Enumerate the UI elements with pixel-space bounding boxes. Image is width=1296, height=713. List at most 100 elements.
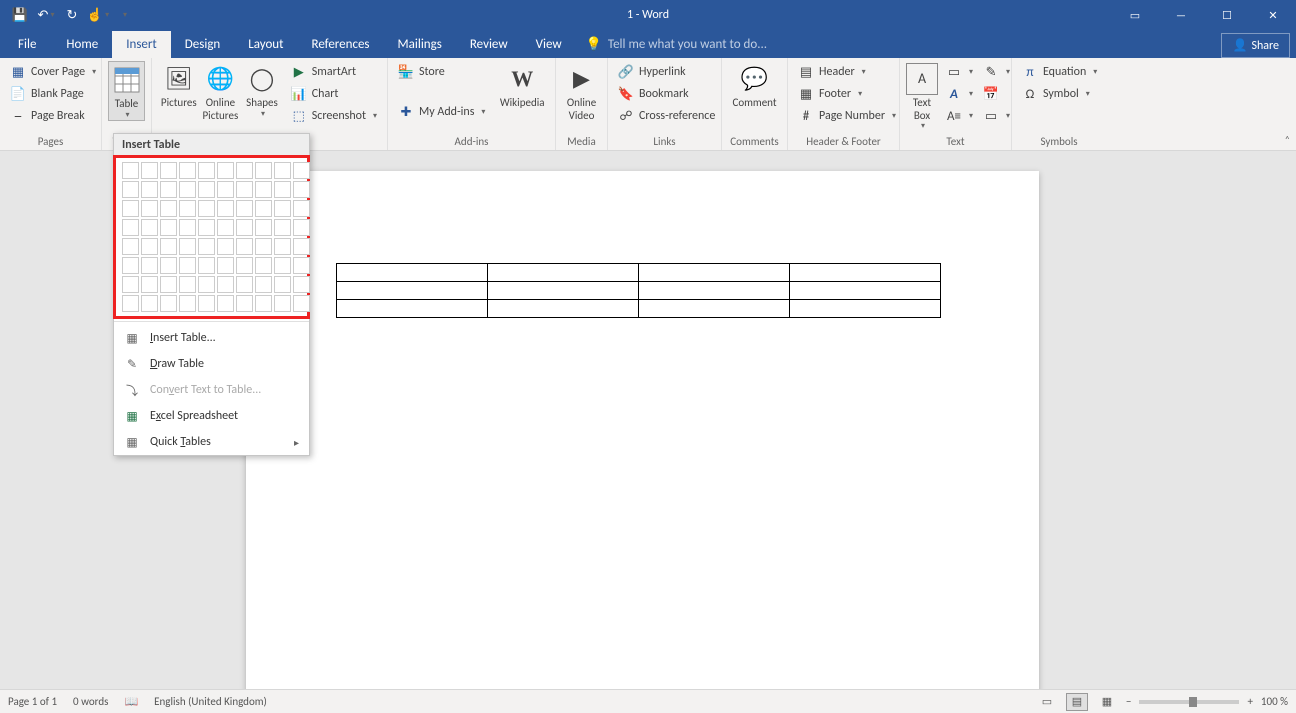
bookmark-button[interactable]: 🔖Bookmark bbox=[614, 83, 719, 105]
store-button[interactable]: 🏪Store bbox=[394, 61, 489, 83]
grid-cell[interactable] bbox=[274, 276, 291, 293]
grid-cell[interactable] bbox=[141, 257, 158, 274]
grid-cell[interactable] bbox=[141, 181, 158, 198]
grid-cell[interactable] bbox=[179, 200, 196, 217]
grid-cell[interactable] bbox=[217, 200, 234, 217]
grid-cell[interactable] bbox=[198, 257, 215, 274]
share-button[interactable]: 👤 Share bbox=[1221, 33, 1290, 58]
grid-cell[interactable] bbox=[274, 162, 291, 179]
grid-cell[interactable] bbox=[255, 257, 272, 274]
grid-cell[interactable] bbox=[179, 181, 196, 198]
grid-cell[interactable] bbox=[122, 276, 139, 293]
cover-page-button[interactable]: ▦Cover Page▾ bbox=[6, 61, 100, 83]
grid-cell[interactable] bbox=[179, 295, 196, 312]
page-number-button[interactable]: #Page Number▾ bbox=[794, 105, 900, 127]
grid-cell[interactable] bbox=[122, 181, 139, 198]
excel-spreadsheet-item[interactable]: ▦Excel Spreadsheet bbox=[114, 403, 309, 429]
zoom-in-button[interactable]: + bbox=[1247, 695, 1252, 708]
grid-cell[interactable] bbox=[122, 257, 139, 274]
grid-cell[interactable] bbox=[179, 257, 196, 274]
status-page[interactable]: Page 1 of 1 bbox=[8, 695, 57, 708]
grid-cell[interactable] bbox=[217, 181, 234, 198]
grid-cell[interactable] bbox=[255, 276, 272, 293]
comment-button[interactable]: 💬Comment bbox=[728, 61, 781, 110]
table-row[interactable] bbox=[337, 300, 941, 318]
grid-cell[interactable] bbox=[179, 219, 196, 236]
insert-table-item[interactable]: ▦Insert Table... bbox=[114, 325, 309, 351]
zoom-level[interactable]: 100 % bbox=[1261, 695, 1288, 708]
table-button[interactable]: Table ▾ bbox=[108, 61, 145, 121]
grid-cell[interactable] bbox=[198, 200, 215, 217]
tab-references[interactable]: References bbox=[298, 31, 384, 58]
zoom-slider[interactable] bbox=[1139, 700, 1239, 704]
grid-cell[interactable] bbox=[274, 257, 291, 274]
hyperlink-button[interactable]: 🔗Hyperlink bbox=[614, 61, 719, 83]
grid-cell[interactable] bbox=[236, 276, 253, 293]
grid-cell[interactable] bbox=[255, 162, 272, 179]
print-layout-button[interactable]: ▤ bbox=[1066, 693, 1088, 711]
grid-cell[interactable] bbox=[293, 257, 310, 274]
cross-reference-button[interactable]: ☍Cross-reference bbox=[614, 105, 719, 127]
status-language[interactable]: English (United Kingdom) bbox=[154, 695, 267, 708]
grid-cell[interactable] bbox=[198, 238, 215, 255]
quick-tables-item[interactable]: ▦Quick Tables▸ bbox=[114, 429, 309, 455]
grid-cell[interactable] bbox=[236, 162, 253, 179]
grid-cell[interactable] bbox=[122, 162, 139, 179]
wordart-button[interactable]: A▾ bbox=[942, 83, 977, 105]
grid-cell[interactable] bbox=[217, 219, 234, 236]
grid-cell[interactable] bbox=[141, 219, 158, 236]
grid-cell[interactable] bbox=[141, 295, 158, 312]
grid-cell[interactable] bbox=[274, 295, 291, 312]
grid-cell[interactable] bbox=[274, 238, 291, 255]
grid-cell[interactable] bbox=[217, 238, 234, 255]
document-table[interactable] bbox=[336, 263, 941, 318]
grid-cell[interactable] bbox=[274, 219, 291, 236]
tab-file[interactable]: File bbox=[4, 31, 50, 58]
grid-cell[interactable] bbox=[160, 181, 177, 198]
web-layout-button[interactable]: ▦ bbox=[1096, 693, 1118, 711]
grid-cell[interactable] bbox=[179, 276, 196, 293]
maximize-icon[interactable]: ☐ bbox=[1204, 0, 1250, 30]
grid-cell[interactable] bbox=[141, 238, 158, 255]
grid-cell[interactable] bbox=[293, 162, 310, 179]
grid-cell[interactable] bbox=[198, 295, 215, 312]
symbol-button[interactable]: ΩSymbol▾ bbox=[1018, 83, 1101, 105]
object-button[interactable]: ▭▾ bbox=[979, 105, 1014, 127]
grid-cell[interactable] bbox=[160, 219, 177, 236]
grid-cell[interactable] bbox=[217, 257, 234, 274]
save-icon[interactable]: 💾 bbox=[8, 3, 32, 27]
grid-cell[interactable] bbox=[293, 295, 310, 312]
grid-cell[interactable] bbox=[236, 295, 253, 312]
grid-cell[interactable] bbox=[293, 276, 310, 293]
signature-button[interactable]: ✎▾ bbox=[979, 61, 1014, 83]
table-row[interactable] bbox=[337, 264, 941, 282]
grid-cell[interactable] bbox=[255, 295, 272, 312]
grid-cell[interactable] bbox=[160, 238, 177, 255]
grid-cell[interactable] bbox=[236, 219, 253, 236]
tab-mailings[interactable]: Mailings bbox=[384, 31, 456, 58]
grid-cell[interactable] bbox=[198, 162, 215, 179]
drop-cap-button[interactable]: A≡▾ bbox=[942, 105, 977, 127]
tab-view[interactable]: View bbox=[522, 31, 576, 58]
quick-parts-button[interactable]: ▭▾ bbox=[942, 61, 977, 83]
grid-cell[interactable] bbox=[160, 295, 177, 312]
my-addins-button[interactable]: ✚My Add-ins▾ bbox=[394, 101, 489, 123]
grid-cell[interactable] bbox=[255, 219, 272, 236]
document-page[interactable] bbox=[246, 171, 1039, 689]
grid-cell[interactable] bbox=[217, 162, 234, 179]
grid-cell[interactable] bbox=[122, 219, 139, 236]
grid-cell[interactable] bbox=[236, 257, 253, 274]
grid-cell[interactable] bbox=[236, 238, 253, 255]
grid-cell[interactable] bbox=[179, 162, 196, 179]
table-size-grid[interactable] bbox=[113, 155, 310, 319]
grid-cell[interactable] bbox=[122, 200, 139, 217]
tab-home[interactable]: Home bbox=[52, 31, 112, 58]
grid-cell[interactable] bbox=[217, 295, 234, 312]
status-words[interactable]: 0 words bbox=[73, 695, 108, 708]
minimize-icon[interactable]: — bbox=[1158, 0, 1204, 30]
grid-cell[interactable] bbox=[255, 200, 272, 217]
online-video-button[interactable]: ▶Online Video bbox=[562, 61, 601, 122]
grid-cell[interactable] bbox=[274, 200, 291, 217]
table-row[interactable] bbox=[337, 282, 941, 300]
undo-icon[interactable]: ↶▾ bbox=[34, 3, 58, 27]
